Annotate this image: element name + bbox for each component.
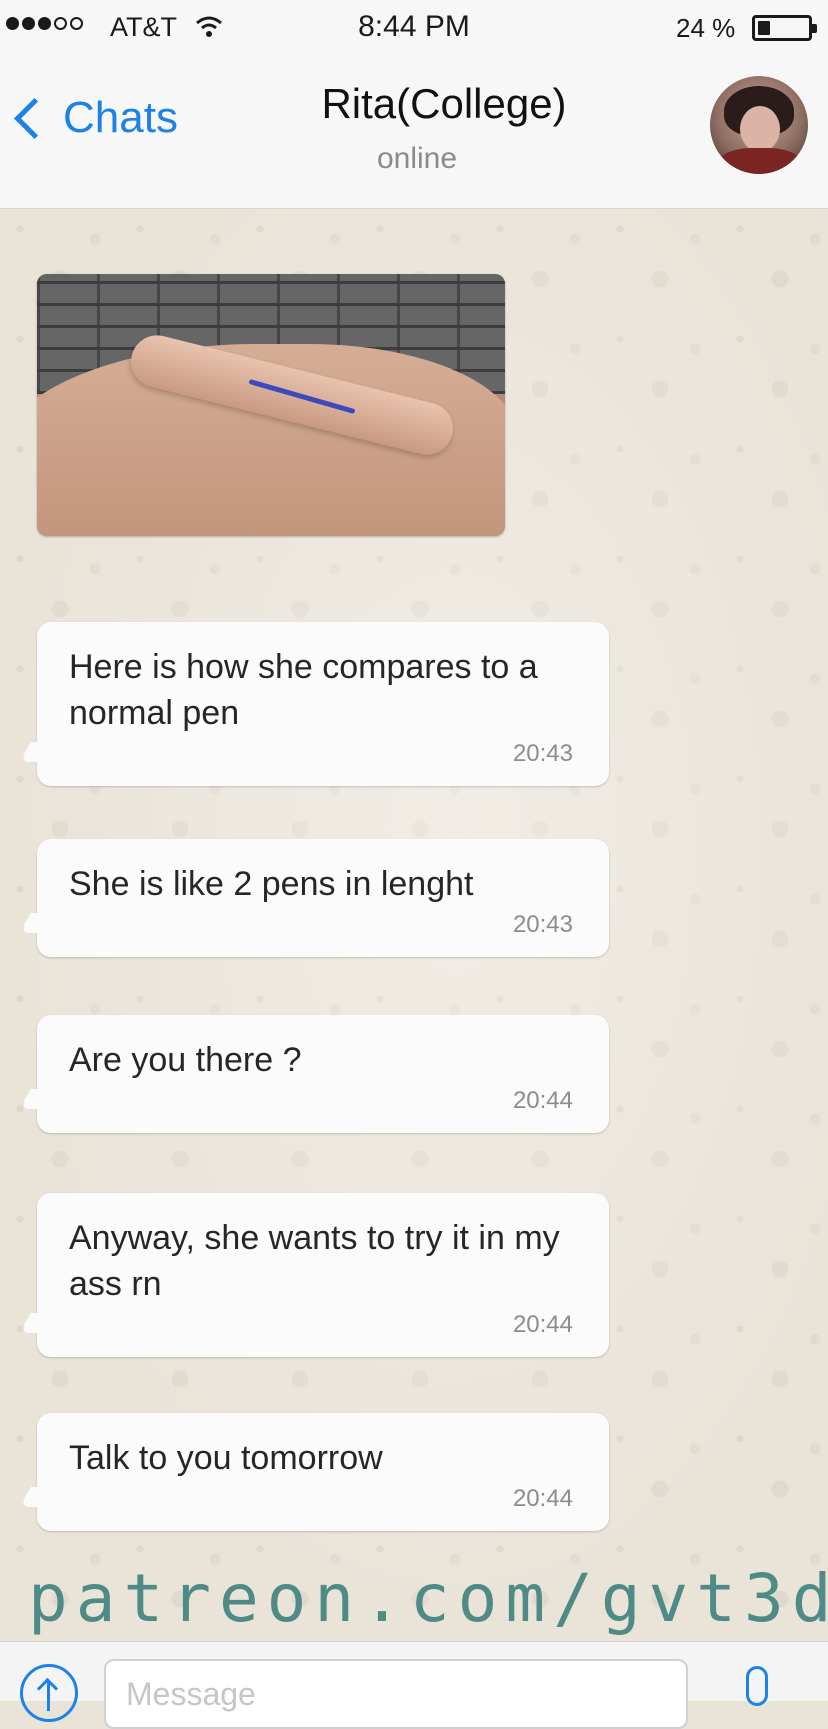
message-time: 20:43 xyxy=(512,911,573,938)
mic-button[interactable] xyxy=(738,1662,778,1722)
microphone-icon xyxy=(746,1666,768,1706)
message-time: 20:44 xyxy=(512,1087,573,1114)
message-text: She is like 2 pens in lenght xyxy=(69,865,474,903)
message-input[interactable] xyxy=(104,1659,688,1729)
image-message[interactable] xyxy=(37,274,505,536)
avatar-face xyxy=(740,106,780,152)
watermark: patreon.com/gvt3d xyxy=(28,1560,828,1637)
avatar-shirt xyxy=(718,148,802,174)
avatar[interactable] xyxy=(710,76,808,174)
input-bar xyxy=(0,1641,828,1729)
battery-nub xyxy=(812,24,817,33)
message-text: Talk to you tomorrow xyxy=(69,1439,383,1477)
chat-header: Chats Rita(College) online xyxy=(0,56,828,209)
message-bubble[interactable]: Are you there ? 20:44 xyxy=(37,1015,609,1133)
battery-percentage: 24 % xyxy=(676,13,736,43)
battery-fill xyxy=(758,21,770,35)
contact-status: online xyxy=(376,142,458,175)
message-text: Here is how she compares to a normal pen xyxy=(69,648,538,732)
message-time: 20:43 xyxy=(512,740,573,767)
battery-icon xyxy=(752,15,817,41)
message-bubble[interactable]: She is like 2 pens in lenght 20:43 xyxy=(37,839,609,957)
message-bubble[interactable]: Anyway, she wants to try it in my ass rn… xyxy=(37,1193,609,1357)
message-time: 20:44 xyxy=(512,1485,573,1512)
status-bar: AT&T 8:44 PM 24 % xyxy=(0,0,828,56)
contact-name[interactable]: Rita(College) xyxy=(0,80,828,128)
message-time: 20:44 xyxy=(512,1311,573,1338)
message-bubble[interactable]: Talk to you tomorrow 20:44 xyxy=(37,1413,609,1531)
message-text: Anyway, she wants to try it in my ass rn xyxy=(69,1219,560,1303)
attach-button[interactable] xyxy=(20,1664,78,1722)
chat-area[interactable]: Here is how she compares to a normal pen… xyxy=(0,209,828,1641)
message-text: Are you there ? xyxy=(69,1041,302,1079)
message-bubble[interactable]: Here is how she compares to a normal pen… xyxy=(37,622,609,786)
